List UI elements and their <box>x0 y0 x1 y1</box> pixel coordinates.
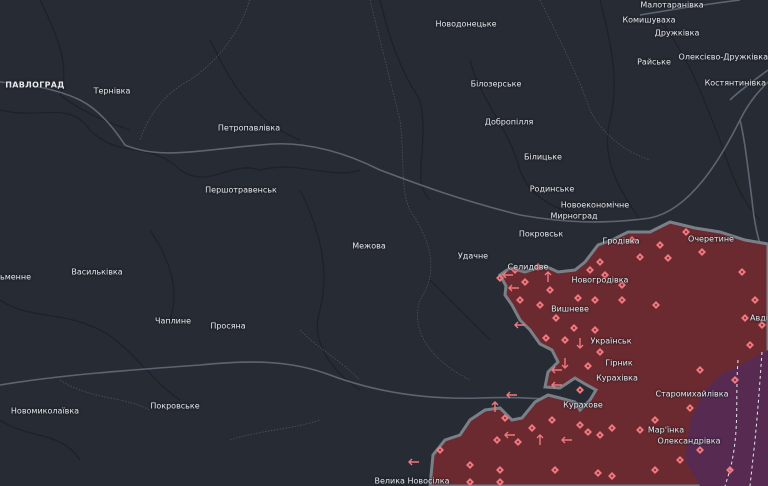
diamond-cluster-icon[interactable] <box>576 386 584 394</box>
city-label-petropavlivka[interactable]: Петропавлівка <box>218 124 280 133</box>
city-label-udachne[interactable]: Удачне <box>458 252 488 261</box>
city-label-grodivka[interactable]: Гродівка <box>602 237 639 246</box>
city-label-raiske[interactable]: Райське <box>637 58 671 67</box>
city-label-avdiivka[interactable]: Авді <box>750 314 768 323</box>
city-label-pokrovske[interactable]: Покровське <box>150 402 199 411</box>
city-label-kurakhivka[interactable]: Курахівка <box>596 374 638 383</box>
city-label-myrnohrad[interactable]: Мирноград <box>550 212 597 221</box>
city-label-selydove[interactable]: Селидове <box>508 263 549 272</box>
arrow-left-icon[interactable] <box>408 458 419 466</box>
city-label-ternivka[interactable]: Тернівка <box>94 87 131 96</box>
city-label-oleksandrivka[interactable]: Олександрівка <box>658 437 721 446</box>
city-label-marinka[interactable]: Мар'їнка <box>648 426 684 435</box>
city-label-komyshuvakha[interactable]: Комишуваха <box>622 16 675 25</box>
city-label-dobropillia[interactable]: Добропілля <box>485 118 534 127</box>
city-label-pavlohrad[interactable]: ПАВЛОГРАД <box>5 81 64 90</box>
city-label-vyshneve[interactable]: Вишневе <box>551 305 589 314</box>
city-label-kurakhove[interactable]: Курахове <box>563 401 603 410</box>
city-label-oleksiievo-druzhkivka[interactable]: Олексієво-Дружківка <box>679 53 768 62</box>
city-label-rodynske[interactable]: Родинське <box>530 185 575 194</box>
city-label-symenne[interactable]: ьменне <box>0 273 31 282</box>
city-label-ukrainsk[interactable]: Українськ <box>590 337 631 346</box>
city-label-vasylkivka[interactable]: Васильківка <box>71 268 122 277</box>
city-label-novoekonomichne[interactable]: Новоекономічне <box>561 201 629 210</box>
city-label-prosiana[interactable]: Просяна <box>210 322 245 331</box>
city-label-mezhova[interactable]: Межова <box>352 242 386 251</box>
city-label-pokrovsk[interactable]: Покровськ <box>519 230 563 239</box>
city-label-velyka-novosilka[interactable]: Велика Новосілка <box>375 477 450 486</box>
city-label-bilozerske[interactable]: Білозерське <box>471 80 522 89</box>
city-label-bilytske[interactable]: Білицьке <box>524 153 562 162</box>
city-label-pershotravensk[interactable]: Першотравенськ <box>205 186 277 195</box>
city-label-staromykhailivka[interactable]: Старомихайлівка <box>656 390 729 399</box>
city-label-ocheretyne[interactable]: Очеретине <box>688 235 734 244</box>
city-label-druzhkivka[interactable]: Дружківка <box>655 29 700 38</box>
city-label-malotaranivka[interactable]: Малотаранівка <box>640 1 703 10</box>
city-label-hirnyk[interactable]: Гірник <box>605 359 632 368</box>
city-label-kostiantynivka[interactable]: Костянтинівка <box>705 79 766 88</box>
city-label-chaplyne[interactable]: Чаплине <box>155 317 191 326</box>
city-label-novohrodivka[interactable]: Новогродівка <box>572 276 629 285</box>
map-canvas[interactable]: ПАВЛОГРАД Тернівка Петропавлівка Першотр… <box>0 0 768 486</box>
city-label-novodonetske[interactable]: Новодонецьке <box>435 20 496 29</box>
city-label-novomykolaivka[interactable]: Новомиколаївка <box>11 407 79 416</box>
